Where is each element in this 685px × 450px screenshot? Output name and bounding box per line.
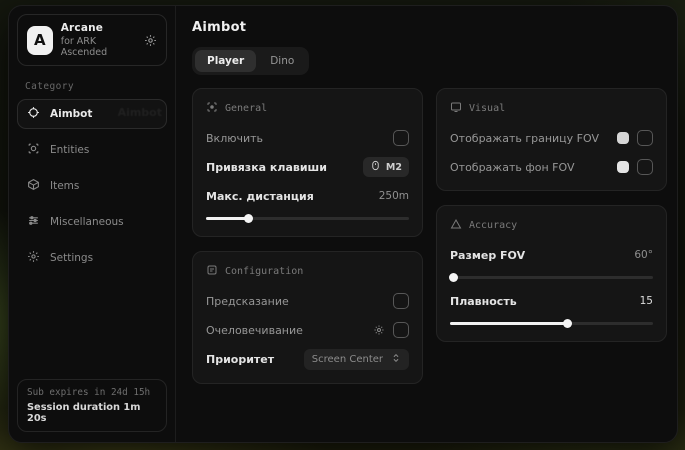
row-fov-background: Отображать фон FOV bbox=[450, 157, 653, 177]
fov-size-label: Размер FOV bbox=[450, 249, 525, 262]
priority-dropdown[interactable]: Screen Center bbox=[304, 349, 409, 370]
card-accuracy: Accuracy Размер FOV 60° Плавность bbox=[436, 205, 667, 342]
row-priority: Приоритет Screen Center bbox=[206, 349, 409, 370]
row-humanization: Очеловечивание bbox=[206, 320, 409, 340]
sidebar-item-aimbot[interactable]: Aimbot Aimbot bbox=[17, 99, 167, 129]
max-distance-label: Макс. дистанция bbox=[206, 190, 314, 203]
category-label: Category bbox=[25, 81, 159, 92]
priority-label: Приоритет bbox=[206, 353, 274, 366]
image-icon bbox=[450, 101, 462, 116]
card-accuracy-header: Accuracy bbox=[450, 216, 653, 236]
slider-thumb[interactable] bbox=[563, 319, 572, 328]
app-window: A Arcane for ARK Ascended Category bbox=[8, 5, 678, 443]
slider-fill bbox=[450, 322, 568, 325]
gear-icon[interactable] bbox=[144, 34, 157, 47]
smoothness-label: Плавность bbox=[450, 295, 517, 308]
row-fov-size: Размер FOV 60° bbox=[450, 245, 653, 265]
card-header-label: Visual bbox=[469, 103, 505, 114]
card-header-label: Configuration bbox=[225, 266, 303, 277]
sidebar-item-miscellaneous[interactable]: Miscellaneous bbox=[17, 207, 167, 237]
fov-border-label: Отображать границу FOV bbox=[450, 132, 599, 145]
brand-card: A Arcane for ARK Ascended bbox=[17, 14, 167, 66]
card-visual-header: Visual bbox=[450, 99, 653, 119]
row-prediction: Предсказание bbox=[206, 291, 409, 311]
sliders-icon bbox=[27, 214, 40, 230]
triangle-icon bbox=[450, 218, 462, 233]
enable-checkbox[interactable] bbox=[393, 130, 409, 146]
max-distance-value: 250m bbox=[379, 190, 409, 202]
crosshair-icon bbox=[27, 106, 40, 122]
humanization-label: Очеловечивание bbox=[206, 324, 303, 337]
page-title: Aimbot bbox=[192, 20, 667, 35]
row-enable: Включить bbox=[206, 128, 409, 148]
scan-icon bbox=[27, 142, 40, 158]
brand-text: Arcane for ARK Ascended bbox=[61, 22, 136, 58]
slider-fill bbox=[206, 217, 249, 220]
app-subtitle: for ARK Ascended bbox=[61, 36, 136, 58]
sidebar-item-label: Miscellaneous bbox=[50, 216, 124, 228]
main-panel: Aimbot Player Dino General bbox=[176, 6, 678, 442]
fov-border-checkbox[interactable] bbox=[637, 130, 653, 146]
slider-track[interactable] bbox=[450, 276, 653, 279]
row-fov-border: Отображать границу FOV bbox=[450, 128, 653, 148]
package-icon bbox=[27, 178, 40, 194]
fov-background-color-swatch[interactable] bbox=[617, 161, 629, 173]
ghost-watermark: Aimbot bbox=[118, 106, 162, 119]
fov-background-checkbox[interactable] bbox=[637, 159, 653, 175]
tab-bar: Player Dino bbox=[192, 47, 309, 75]
sidebar-item-label: Settings bbox=[50, 252, 93, 264]
sidebar-item-label: Entities bbox=[50, 144, 89, 156]
session-duration-text: Session duration 1m 20s bbox=[27, 402, 157, 424]
enable-label: Включить bbox=[206, 132, 263, 145]
smoothness-slider[interactable] bbox=[450, 319, 653, 328]
keybind-value: M2 bbox=[386, 162, 402, 173]
row-keybind: Привязка клавиши M2 bbox=[206, 157, 409, 177]
focus-icon bbox=[206, 101, 218, 116]
sidebar-nav: Aimbot Aimbot Entities Items bbox=[17, 99, 167, 273]
sidebar-item-settings[interactable]: Settings bbox=[17, 243, 167, 273]
tab-dino[interactable]: Dino bbox=[258, 50, 306, 72]
humanization-checkbox[interactable] bbox=[393, 322, 409, 338]
card-header-label: General bbox=[225, 103, 267, 114]
chevrons-up-down-icon bbox=[391, 353, 401, 366]
prediction-checkbox[interactable] bbox=[393, 293, 409, 309]
slider-fill bbox=[450, 276, 454, 279]
gear-icon bbox=[27, 250, 40, 266]
fov-background-label: Отображать фон FOV bbox=[450, 161, 574, 174]
tab-player[interactable]: Player bbox=[195, 50, 256, 72]
row-smoothness: Плавность 15 bbox=[450, 291, 653, 311]
prediction-label: Предсказание bbox=[206, 295, 289, 308]
mouse-icon bbox=[370, 160, 381, 174]
card-general-header: General bbox=[206, 99, 409, 119]
card-visual: Visual Отображать границу FOV Отображать… bbox=[436, 88, 667, 191]
card-general: General Включить Привязка клавиши bbox=[192, 88, 423, 237]
slider-thumb[interactable] bbox=[244, 214, 253, 223]
card-header-label: Accuracy bbox=[469, 220, 517, 231]
tune-icon bbox=[206, 264, 218, 279]
sidebar-item-items[interactable]: Items bbox=[17, 171, 167, 201]
sidebar: A Arcane for ARK Ascended Category bbox=[9, 6, 176, 442]
sidebar-item-label: Aimbot bbox=[50, 108, 92, 120]
app-logo: A bbox=[27, 26, 53, 55]
max-distance-slider[interactable] bbox=[206, 214, 409, 223]
sub-expires-text: Sub expires in 24d 15h bbox=[27, 387, 157, 398]
row-max-distance: Макс. дистанция 250m bbox=[206, 186, 409, 206]
keybind-button[interactable]: M2 bbox=[363, 157, 409, 177]
gear-icon[interactable] bbox=[373, 324, 385, 336]
fov-size-value: 60° bbox=[634, 249, 653, 261]
app-title: Arcane bbox=[61, 22, 136, 34]
smoothness-value: 15 bbox=[640, 295, 653, 307]
card-configuration-header: Configuration bbox=[206, 262, 409, 282]
sidebar-item-entities[interactable]: Entities bbox=[17, 135, 167, 165]
slider-thumb[interactable] bbox=[449, 273, 458, 282]
fov-size-slider[interactable] bbox=[450, 273, 653, 282]
priority-value: Screen Center bbox=[312, 354, 383, 365]
subscription-info: Sub expires in 24d 15h Session duration … bbox=[17, 379, 167, 432]
fov-border-color-swatch[interactable] bbox=[617, 132, 629, 144]
card-configuration: Configuration Предсказание Очеловечивани… bbox=[192, 251, 423, 384]
sidebar-item-label: Items bbox=[50, 180, 79, 192]
keybind-label: Привязка клавиши bbox=[206, 161, 327, 174]
